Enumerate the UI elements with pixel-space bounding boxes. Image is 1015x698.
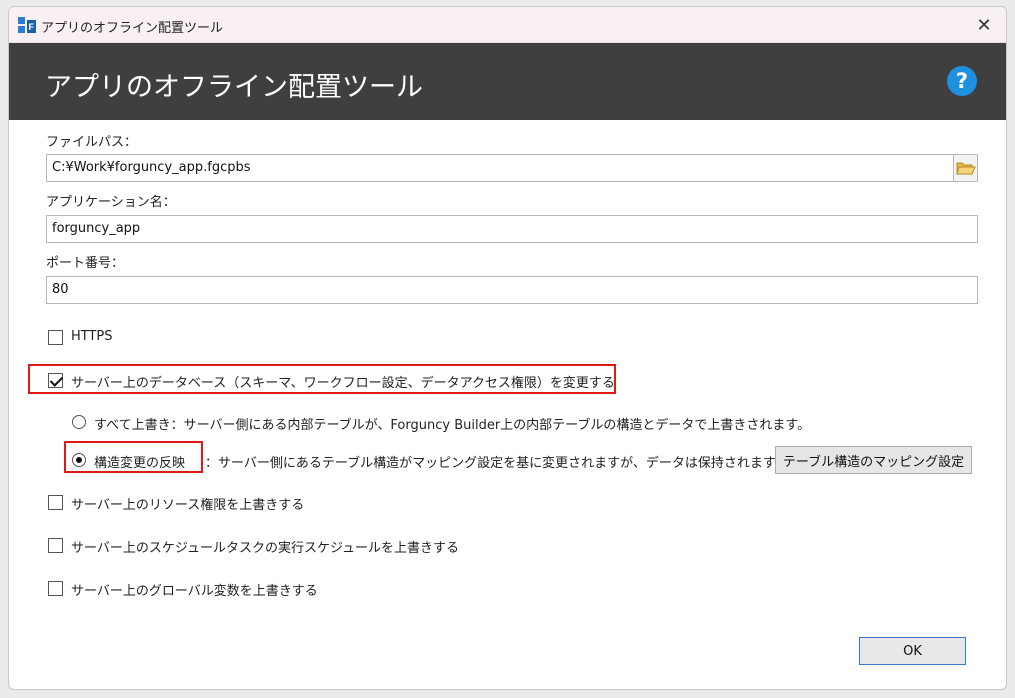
- overwrite-all-label: すべて上書き：サーバー側にある内部テーブルが、Forguncy Builder上…: [94, 418, 811, 433]
- reflect-structure-description: ：サーバー側にあるテーブル構造がマッピング設定を基に変更されますが、データは保持…: [205, 456, 788, 471]
- dialog-window: F アプリのオフライン配置ツール ✕ アプリのオフライン配置ツール ? ファイル…: [8, 6, 1007, 690]
- reflect-structure-radio[interactable]: [72, 453, 86, 467]
- close-icon: ✕: [976, 14, 992, 36]
- help-icon: ?: [955, 69, 969, 93]
- svg-text:F: F: [29, 22, 35, 32]
- window-title: アプリのオフライン配置ツール: [41, 21, 224, 36]
- https-checkbox[interactable]: [48, 330, 63, 345]
- resource-permission-label: サーバー上のリソース権限を上書きする: [71, 498, 305, 513]
- browse-button[interactable]: [953, 154, 978, 182]
- schedule-task-checkbox[interactable]: [48, 538, 63, 553]
- ok-button[interactable]: OK: [859, 637, 966, 665]
- db-change-checkbox[interactable]: [48, 373, 63, 388]
- header-banner: アプリのオフライン配置ツール ?: [9, 43, 1006, 120]
- page-title: アプリのオフライン配置ツール: [45, 72, 423, 103]
- file-path-input[interactable]: C:¥Work¥forguncy_app.fgcpbs: [46, 154, 955, 182]
- reflect-structure-label: 構造変更の反映: [94, 456, 186, 471]
- app-icon: F: [18, 17, 36, 33]
- close-button[interactable]: ✕: [970, 11, 998, 39]
- https-label: HTTPS: [71, 329, 113, 344]
- port-label: ポート番号：: [46, 256, 125, 271]
- app-name-input[interactable]: forguncy_app: [46, 215, 978, 243]
- help-button[interactable]: ?: [947, 66, 977, 96]
- title-bar: F アプリのオフライン配置ツール ✕: [9, 7, 1006, 43]
- global-variable-label: サーバー上のグローバル変数を上書きする: [71, 584, 318, 599]
- folder-open-icon: [955, 162, 976, 175]
- global-variable-checkbox[interactable]: [48, 581, 63, 596]
- schedule-task-label: サーバー上のスケジュールタスクの実行スケジュールを上書きする: [71, 541, 460, 556]
- file-path-label: ファイルパス：: [46, 135, 138, 150]
- app-name-label: アプリケーション名：: [46, 195, 176, 210]
- overwrite-all-radio[interactable]: [72, 415, 86, 429]
- port-input[interactable]: 80: [46, 276, 978, 304]
- db-change-label: サーバー上のデータベース（スキーマ、ワークフロー設定、データアクセス権限）を変更…: [71, 376, 615, 391]
- mapping-settings-button[interactable]: テーブル構造のマッピング設定: [775, 446, 972, 474]
- resource-permission-checkbox[interactable]: [48, 495, 63, 510]
